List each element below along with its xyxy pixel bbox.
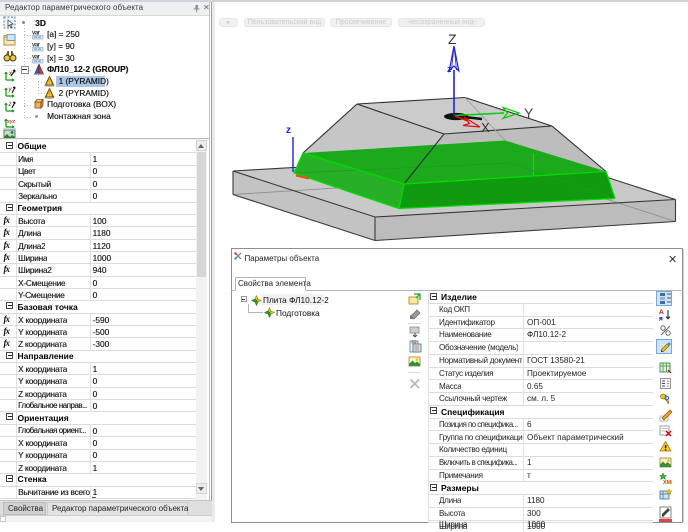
svg-text:я: я [659,315,663,321]
svg-text:Y: Y [524,105,534,121]
svg-text:X: X [481,120,490,135]
svg-text:z: z [286,125,291,136]
svg-text:b: b [665,395,669,402]
svg-text:XML: XML [663,480,672,485]
svg-text:Z: Z [448,31,457,47]
svg-text:z: z [447,64,452,74]
